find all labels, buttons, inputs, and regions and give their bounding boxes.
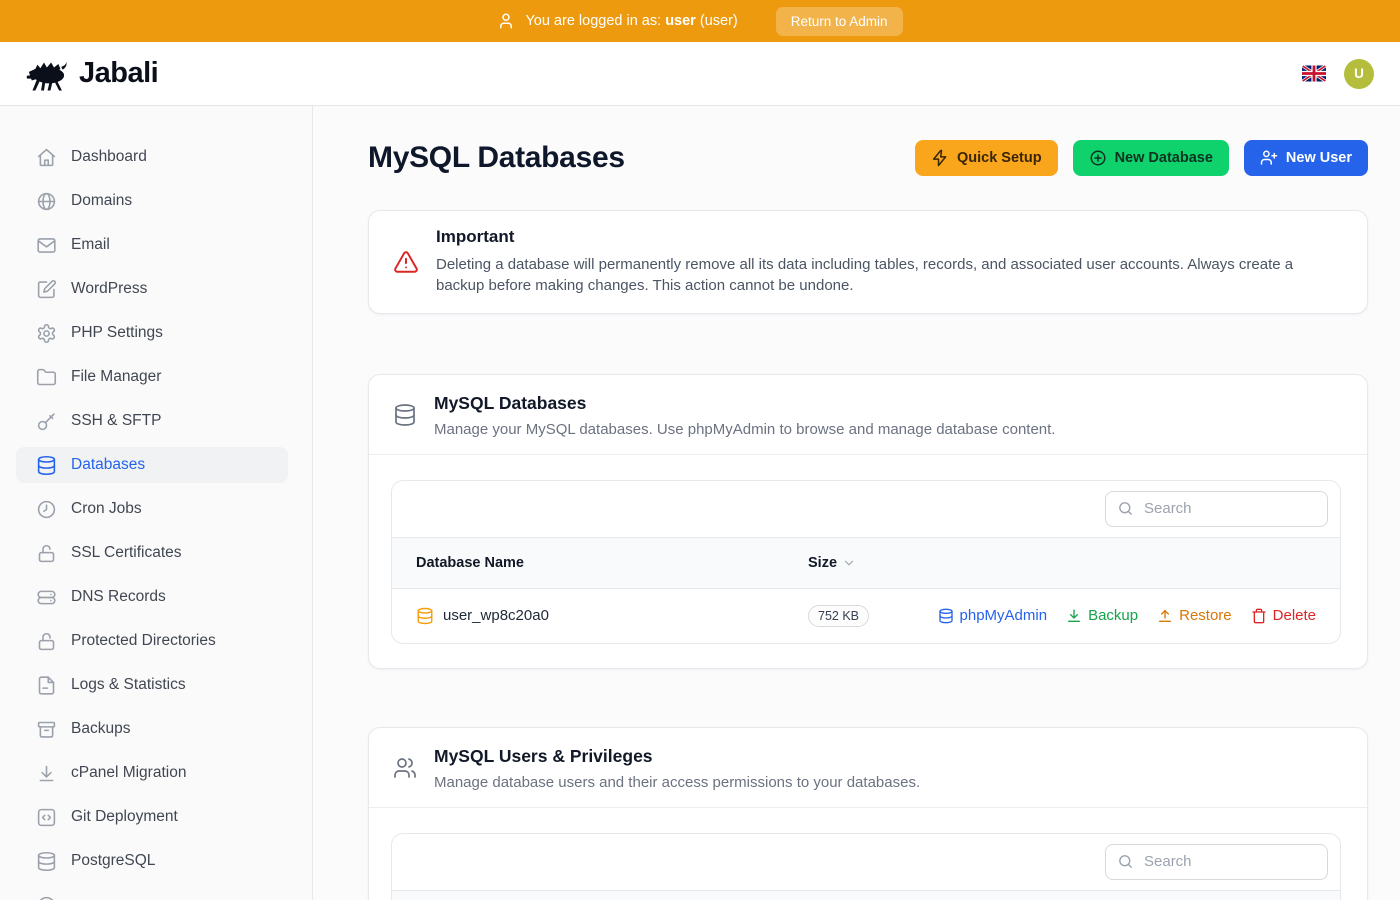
sidebar-item-postgresql[interactable]: PostgreSQL (16, 843, 288, 879)
sidebar: Dashboard Domains Email WordPress PHP Se… (0, 106, 313, 900)
sidebar-item-protected-directories[interactable]: Protected Directories (16, 623, 288, 659)
database-icon (36, 455, 57, 476)
language-flag-icon[interactable] (1302, 65, 1326, 82)
zap-icon (931, 149, 949, 167)
database-icon (938, 608, 954, 624)
lock-icon (36, 543, 57, 564)
globe-icon (36, 191, 57, 212)
table-row: user_wp8c20a0 752 KB phpMyAdmin (392, 589, 1340, 643)
return-to-admin-button[interactable]: Return to Admin (776, 7, 903, 36)
sidebar-item-email[interactable]: Email (16, 227, 288, 263)
delete-link[interactable]: Delete (1251, 607, 1316, 624)
sidebar-item-domains[interactable]: Domains (16, 183, 288, 219)
download-icon (1066, 608, 1082, 624)
sidebar-item-partial[interactable] (16, 887, 288, 900)
databases-table-header: Database Name Size (392, 537, 1340, 589)
column-size-sort[interactable]: Size (808, 555, 1340, 571)
section-title: MySQL Databases (434, 393, 1055, 414)
quick-setup-button[interactable]: Quick Setup (915, 140, 1058, 176)
mysql-databases-section: MySQL Databases Manage your MySQL databa… (368, 374, 1368, 669)
users-search[interactable] (1105, 844, 1328, 880)
sidebar-item-git-deployment[interactable]: Git Deployment (16, 799, 288, 835)
sidebar-item-ssl-certificates[interactable]: SSL Certificates (16, 535, 288, 571)
restore-link[interactable]: Restore (1157, 607, 1232, 624)
warning-title: Important (436, 227, 1343, 247)
database-icon (36, 851, 57, 872)
main-content: MySQL Databases Quick Setup New Database… (313, 106, 1400, 900)
phpmyadmin-link[interactable]: phpMyAdmin (938, 607, 1048, 624)
sidebar-item-ssh-sftp[interactable]: SSH & SFTP (16, 403, 288, 439)
sidebar-item-databases[interactable]: Databases (16, 447, 288, 483)
backup-link[interactable]: Backup (1066, 607, 1138, 624)
new-user-button[interactable]: New User (1244, 140, 1368, 176)
user-plus-icon (1260, 149, 1278, 167)
column-database-name: Database Name (392, 555, 808, 571)
alert-triangle-icon (393, 249, 419, 275)
sidebar-item-logs-statistics[interactable]: Logs & Statistics (16, 667, 288, 703)
user-icon (497, 12, 515, 30)
gear-icon (36, 323, 57, 344)
sidebar-item-wordpress[interactable]: WordPress (16, 271, 288, 307)
avatar[interactable]: U (1344, 59, 1374, 89)
code-icon (36, 807, 57, 828)
logged-in-role: (user) (700, 13, 738, 29)
sidebar-item-cron-jobs[interactable]: Cron Jobs (16, 491, 288, 527)
lock-icon (36, 631, 57, 652)
search-icon (1117, 500, 1134, 517)
app-header: Jabali U (0, 42, 1400, 106)
partial-icon (36, 895, 57, 900)
folder-icon (36, 367, 57, 388)
search-icon (1117, 853, 1134, 870)
database-name-cell: user_wp8c20a0 (392, 607, 808, 625)
chevron-down-icon (842, 556, 856, 570)
important-warning-card: Important Deleting a database will perma… (368, 210, 1368, 314)
trash-icon (1251, 608, 1267, 624)
home-icon (36, 147, 57, 168)
sidebar-item-file-manager[interactable]: File Manager (16, 359, 288, 395)
size-badge: 752 KB (808, 605, 869, 627)
new-database-button[interactable]: New Database (1073, 140, 1229, 176)
logged-in-username: user (665, 13, 696, 29)
sidebar-item-dashboard[interactable]: Dashboard (16, 139, 288, 175)
users-search-input[interactable] (1142, 852, 1316, 871)
plus-circle-icon (1089, 149, 1107, 167)
key-icon (36, 411, 57, 432)
upload-icon (1157, 608, 1173, 624)
impersonation-banner: You are logged in as: user (user) Return… (0, 0, 1400, 42)
section-subtitle: Manage database users and their access p… (434, 774, 920, 791)
sidebar-item-php-settings[interactable]: PHP Settings (16, 315, 288, 351)
mysql-users-section: MySQL Users & Privileges Manage database… (368, 727, 1368, 900)
brand-logo[interactable]: Jabali (26, 55, 158, 93)
clock-icon (36, 499, 57, 520)
users-table-header: User Database Privileges (392, 890, 1340, 900)
warning-body: Deleting a database will permanently rem… (436, 254, 1343, 297)
file-text-icon (36, 675, 57, 696)
section-title: MySQL Users & Privileges (434, 746, 920, 767)
archive-icon (36, 719, 57, 740)
section-subtitle: Manage your MySQL databases. Use phpMyAd… (434, 421, 1055, 438)
brand-name: Jabali (79, 57, 158, 90)
databases-search[interactable] (1105, 491, 1328, 527)
server-icon (36, 587, 57, 608)
sidebar-item-dns-records[interactable]: DNS Records (16, 579, 288, 615)
users-icon (393, 756, 417, 780)
download-icon (36, 763, 57, 784)
page-title: MySQL Databases (368, 141, 625, 175)
mail-icon (36, 235, 57, 256)
database-icon (416, 607, 434, 625)
sidebar-item-backups[interactable]: Backups (16, 711, 288, 747)
boar-icon (26, 55, 72, 93)
pen-icon (36, 279, 57, 300)
databases-search-input[interactable] (1142, 499, 1316, 518)
sidebar-item-cpanel-migration[interactable]: cPanel Migration (16, 755, 288, 791)
database-icon (393, 403, 417, 427)
logged-in-message: You are logged in as: user (user) (525, 13, 737, 29)
